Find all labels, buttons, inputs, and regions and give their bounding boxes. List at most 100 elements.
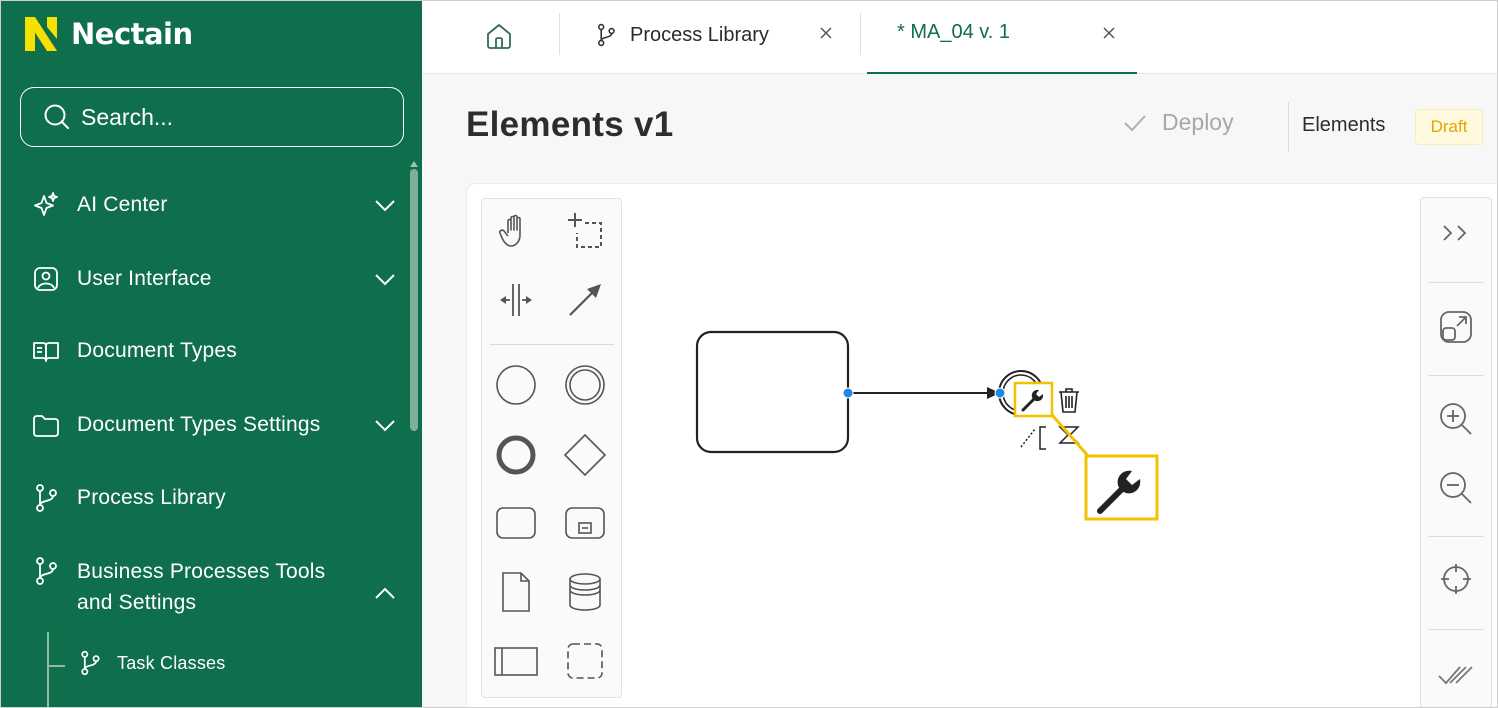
flow-start-handle[interactable] bbox=[842, 387, 854, 399]
chevron-down-icon[interactable] bbox=[371, 265, 399, 293]
task-icon bbox=[496, 507, 536, 539]
search-icon bbox=[44, 104, 69, 129]
sidebar-item-business-processes[interactable]: Business Processes Tools and Settings bbox=[31, 556, 401, 618]
tab-separator bbox=[559, 13, 560, 55]
sidebar-item-user-interface[interactable]: User Interface bbox=[31, 263, 401, 294]
tab-close-button[interactable] bbox=[1100, 24, 1118, 42]
sidebar-subitem-task-classes[interactable]: Task Classes bbox=[77, 649, 225, 677]
home-icon bbox=[487, 24, 511, 49]
tab-close-button[interactable] bbox=[817, 24, 835, 42]
group-tool[interactable] bbox=[559, 635, 611, 687]
chevron-up-icon[interactable] bbox=[371, 580, 399, 608]
zoom-callout bbox=[1084, 454, 1159, 521]
view-toolbar bbox=[1420, 197, 1492, 707]
expand-panel-icon bbox=[1443, 225, 1467, 241]
zoom-in-button[interactable] bbox=[1428, 391, 1484, 447]
end-event-tool[interactable] bbox=[490, 429, 542, 481]
branch-icon bbox=[36, 557, 57, 585]
deploy-label: Deploy bbox=[1162, 109, 1234, 135]
pool-icon bbox=[494, 647, 538, 676]
validate-button[interactable] bbox=[1428, 647, 1484, 703]
sidebar: Nectain Search... AI Center User Interfa… bbox=[1, 1, 422, 707]
search-placeholder: Search... bbox=[81, 103, 174, 130]
app-window: Nectain Search... AI Center User Interfa… bbox=[0, 0, 1498, 708]
sidebar-item-document-types[interactable]: Document Types bbox=[31, 335, 401, 366]
tree-connector bbox=[47, 665, 65, 667]
sparkles-icon bbox=[34, 191, 58, 216]
flow-end-handle[interactable] bbox=[994, 387, 1006, 399]
space-tool[interactable] bbox=[490, 274, 542, 326]
book-icon bbox=[33, 341, 59, 362]
check-icon bbox=[1124, 114, 1146, 131]
branch-icon bbox=[81, 650, 100, 676]
data-object-icon bbox=[502, 572, 530, 612]
nectain-logo-icon bbox=[25, 17, 57, 51]
fit-view-icon bbox=[1440, 311, 1472, 343]
task-shape[interactable] bbox=[695, 330, 850, 454]
deploy-button[interactable]: Deploy bbox=[1122, 109, 1234, 136]
expand-panel-button[interactable] bbox=[1428, 205, 1484, 261]
sidebar-item-document-types-settings[interactable]: Document Types Settings bbox=[31, 409, 401, 440]
tab-label: Process Library bbox=[630, 23, 769, 46]
status-badge: Draft bbox=[1415, 109, 1483, 145]
sidebar-item-ai-center[interactable]: AI Center bbox=[31, 189, 401, 220]
task-tool[interactable] bbox=[490, 497, 542, 549]
toolbar-separator bbox=[1428, 375, 1484, 376]
data-store-icon bbox=[569, 573, 601, 611]
fit-view-button[interactable] bbox=[1428, 299, 1484, 355]
chevron-down-icon[interactable] bbox=[371, 411, 399, 439]
pool-tool[interactable] bbox=[490, 635, 542, 687]
active-tab-indicator bbox=[867, 72, 1137, 74]
sidebar-item-label: AI Center bbox=[77, 193, 168, 216]
tab-home[interactable] bbox=[462, 13, 536, 59]
data-object-tool[interactable] bbox=[490, 566, 542, 618]
branch-icon bbox=[36, 483, 57, 512]
toolbar-separator bbox=[1428, 282, 1484, 283]
subprocess-icon bbox=[565, 507, 605, 539]
hand-tool[interactable] bbox=[490, 205, 542, 257]
sidebar-item-label: User Interface bbox=[77, 267, 212, 290]
chevron-down-icon[interactable] bbox=[371, 191, 399, 219]
sidebar-scrollbar[interactable] bbox=[410, 169, 418, 431]
tab-ma04[interactable]: * MA_04 v. 1 bbox=[897, 12, 1010, 52]
intermediate-event-icon bbox=[565, 365, 605, 405]
close-icon bbox=[820, 27, 832, 39]
tab-bar: Process Library * MA_04 v. 1 bbox=[422, 1, 1497, 74]
brand-logo[interactable]: Nectain bbox=[23, 15, 193, 53]
main-area: Process Library * MA_04 v. 1 Elements v1… bbox=[422, 1, 1497, 707]
sidebar-item-process-library[interactable]: Process Library bbox=[31, 482, 401, 513]
validate-icon bbox=[1438, 666, 1473, 685]
scroll-up-arrow[interactable] bbox=[410, 161, 418, 167]
search-input[interactable]: Search... bbox=[20, 87, 404, 147]
branch-icon bbox=[598, 23, 615, 47]
group-icon bbox=[567, 643, 603, 679]
gateway-tool[interactable] bbox=[559, 429, 611, 481]
sidebar-item-label: Document Types Settings bbox=[77, 413, 321, 436]
tab-process-library[interactable]: Process Library bbox=[594, 15, 769, 55]
toolbar-separator bbox=[1428, 629, 1484, 630]
close-icon bbox=[1103, 27, 1115, 39]
hand-tool-icon bbox=[499, 214, 521, 247]
zoom-out-button[interactable] bbox=[1428, 460, 1484, 516]
data-store-tool[interactable] bbox=[559, 566, 611, 618]
sidebar-item-label: Document Types bbox=[77, 339, 237, 362]
zoom-out-icon bbox=[1440, 472, 1472, 504]
start-event-tool[interactable] bbox=[490, 359, 542, 411]
connect-tool[interactable] bbox=[559, 274, 611, 326]
start-event-icon bbox=[496, 365, 536, 405]
toolbar-separator bbox=[1428, 536, 1484, 537]
header-separator bbox=[1288, 102, 1289, 152]
tab-separator bbox=[860, 13, 861, 55]
lasso-tool[interactable] bbox=[559, 205, 611, 257]
palette-separator bbox=[490, 344, 614, 345]
tab-label: * MA_04 v. 1 bbox=[897, 20, 1011, 43]
brand-name: Nectain bbox=[71, 17, 193, 51]
space-tool-icon bbox=[500, 284, 532, 316]
end-event-icon bbox=[496, 435, 536, 475]
zoom-in-icon bbox=[1440, 403, 1472, 435]
sidebar-subitem-label: Task Classes bbox=[117, 652, 226, 673]
center-view-button[interactable] bbox=[1428, 551, 1484, 607]
page-title: Elements v1 bbox=[466, 105, 674, 144]
intermediate-event-tool[interactable] bbox=[559, 359, 611, 411]
subprocess-tool[interactable] bbox=[559, 497, 611, 549]
